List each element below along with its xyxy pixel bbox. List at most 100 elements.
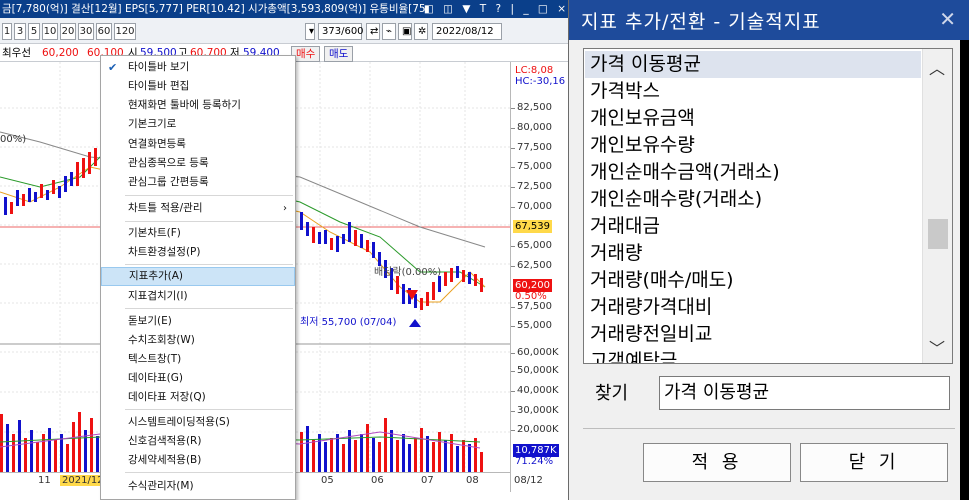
menu-item-value-window[interactable]: 수치조회창(W) xyxy=(101,331,295,350)
list-item[interactable]: 거래량가격대비 xyxy=(585,294,921,321)
context-menu: ✔ 타이틀바 보기 타이틀바 편집 현재화면 툴바에 등록하기 기본크기로 연결… xyxy=(100,55,296,500)
scroll-thumb[interactable] xyxy=(928,219,948,249)
vol-tick: 50,000K xyxy=(511,365,559,376)
dialog-title-bar[interactable]: 지표 추가/전환 - 기술적지표 ✕ xyxy=(569,0,969,40)
vol-tick: 20,000K xyxy=(511,424,559,435)
menu-item-save-data-table[interactable]: 데이타표 저장(Q) xyxy=(101,388,295,407)
y-tick: 77,500 xyxy=(511,142,552,153)
tool-icon-b[interactable]: ⌁ xyxy=(382,23,396,40)
menu-separator xyxy=(125,472,293,473)
x-tick: 05 xyxy=(321,475,334,486)
find-input[interactable]: 가격 이동평균 xyxy=(659,376,950,410)
low-marker xyxy=(409,319,421,327)
menu-item-strength[interactable]: 강세약세적용(B) xyxy=(101,451,295,470)
menu-item-titlebar-show[interactable]: ✔ 타이틀바 보기 xyxy=(101,58,295,77)
menu-item-chart-settings[interactable]: 차트환경설정(P) xyxy=(101,243,295,262)
y-tick: 75,000 xyxy=(511,161,552,172)
gear-icon[interactable]: ✲ xyxy=(414,23,428,40)
list-item[interactable]: 거래량(매수/매도) xyxy=(585,267,921,294)
chevron-down-icon[interactable]: ﹀ xyxy=(929,335,945,359)
period-button-120[interactable]: 120 xyxy=(114,23,136,40)
indicator-dialog: 지표 추가/전환 - 기술적지표 ✕ 가격 이동평균 가격박스 개인보유금액 개… xyxy=(568,0,969,500)
period-button-3[interactable]: 3 xyxy=(14,23,26,40)
count-field[interactable]: 373/600 xyxy=(318,23,364,40)
period-button-5[interactable]: 5 xyxy=(28,23,40,40)
x-tick-highlight: 2021/12 xyxy=(60,475,106,486)
hc-label: HC:-30,16 xyxy=(515,76,566,87)
indicator-list[interactable]: 가격 이동평균 가격박스 개인보유금액 개인보유수량 개인순매수금액(거래소) … xyxy=(583,48,953,364)
dialog-separator xyxy=(583,428,955,429)
list-item[interactable]: 가격박스 xyxy=(585,78,921,105)
volume-pct: 71.24% xyxy=(515,456,554,467)
list-item[interactable]: 가격 이동평균 xyxy=(585,51,921,78)
menu-item-basic-chart[interactable]: 기본차트(F) xyxy=(101,224,295,243)
dividend-annotation: 배당락(0.00%) xyxy=(374,267,442,278)
menu-item-chart-frame[interactable]: 차트틀 적용/관리 › xyxy=(101,199,295,218)
list-item[interactable]: 고객예탁금 xyxy=(585,348,921,363)
menu-separator xyxy=(125,195,293,196)
menu-separator xyxy=(125,264,293,265)
menu-item-system-trading[interactable]: 시스템트레이딩적용(S) xyxy=(101,413,295,432)
pct-annotation-left: 00%) xyxy=(0,134,27,145)
y-tick: 57,500 xyxy=(511,301,552,312)
y-tick: 65,000 xyxy=(511,240,552,251)
list-item[interactable]: 개인순매수금액(거래소) xyxy=(585,159,921,186)
date-field[interactable]: 2022/08/12 xyxy=(432,23,502,40)
close-icon[interactable]: ✕ xyxy=(939,7,956,31)
period-button-30[interactable]: 30 xyxy=(78,23,94,40)
menu-separator xyxy=(125,221,293,222)
best-ask: 60,200 xyxy=(42,47,79,59)
period-button-60[interactable]: 60 xyxy=(96,23,112,40)
menu-item-signal-search[interactable]: 신호검색적용(R) xyxy=(101,432,295,451)
menu-item-default-size[interactable]: 기본크기로 xyxy=(101,115,295,134)
price-tag: 67,539 xyxy=(513,220,552,233)
list-item[interactable]: 개인보유수량 xyxy=(585,132,921,159)
menu-item-linked-screen[interactable]: 연결화면등록 xyxy=(101,135,295,154)
sell-button[interactable]: 매도 xyxy=(324,46,354,62)
menu-separator xyxy=(125,308,293,309)
period-button-10[interactable]: 10 xyxy=(42,23,58,40)
list-item[interactable]: 개인보유금액 xyxy=(585,105,921,132)
x-tick: 08 xyxy=(466,475,479,486)
find-label: 찾기 xyxy=(595,383,629,404)
y-tick: 72,500 xyxy=(511,181,552,192)
y-tick: 70,000 xyxy=(511,201,552,212)
menu-item-data-table[interactable]: 데이타표(G) xyxy=(101,369,295,388)
low-annotation: 최저 55,700 (07/04) xyxy=(300,317,397,328)
menu-item-watchlist[interactable]: 관심종목으로 등록 xyxy=(101,154,295,173)
list-item[interactable]: 거래량전일비교 xyxy=(585,321,921,348)
y-tick: 82,500 xyxy=(511,102,552,113)
close-button[interactable]: 닫 기 xyxy=(800,443,948,482)
menu-separator xyxy=(125,409,293,410)
period-button-20[interactable]: 20 xyxy=(60,23,76,40)
menu-item-toolbar-register[interactable]: 현재화면 툴바에 등록하기 xyxy=(101,96,295,115)
menu-item-titlebar-edit[interactable]: 타이틀바 편집 xyxy=(101,77,295,96)
window-controls-icon[interactable]: ◧ ◫ ▼ T ? | _ □ × xyxy=(424,0,569,18)
count-dropdown-icon[interactable]: ▾ xyxy=(305,23,315,40)
background-window-edge xyxy=(960,40,969,500)
list-scrollbar[interactable]: ︿ ﹀ xyxy=(922,49,952,363)
y-tick: 80,000 xyxy=(511,122,552,133)
menu-item-text-window[interactable]: 텍스트창(T) xyxy=(101,350,295,369)
x-tick: 07 xyxy=(421,475,434,486)
dialog-title: 지표 추가/전환 - 기술적지표 xyxy=(581,11,821,33)
menu-item-magnifier[interactable]: 돋보기(E) xyxy=(101,312,295,331)
info-prefix: 최우선 xyxy=(2,47,31,59)
chevron-up-icon[interactable]: ︿ xyxy=(929,55,945,79)
menu-item-watch-group[interactable]: 관심그룹 간편등록 xyxy=(101,173,295,192)
y-tick: 55,000 xyxy=(511,320,552,331)
list-item[interactable]: 개인순매수량(거래소) xyxy=(585,186,921,213)
save-icon[interactable]: ▣ xyxy=(398,23,412,40)
check-icon: ✔ xyxy=(108,61,118,74)
period-button-1[interactable]: 1 xyxy=(2,23,12,40)
menu-item-overlay-indicator[interactable]: 지표겹치기(I) xyxy=(101,287,295,306)
tool-icon-a[interactable]: ⇄ xyxy=(366,23,380,40)
chart-toolbar: 1 3 5 10 20 30 60 120 ▾ 373/600 ⇄ ⌁ ▣ ✲ … xyxy=(0,18,575,44)
vol-tick: 30,000K xyxy=(511,405,559,416)
apply-button[interactable]: 적 용 xyxy=(643,443,791,482)
list-item[interactable]: 거래량 xyxy=(585,240,921,267)
list-item[interactable]: 거래대금 xyxy=(585,213,921,240)
submenu-arrow-icon: › xyxy=(283,203,287,214)
menu-item-add-indicator[interactable]: 지표추가(A) xyxy=(101,267,295,286)
menu-item-formula-manager[interactable]: 수식관리자(M) xyxy=(101,477,295,496)
